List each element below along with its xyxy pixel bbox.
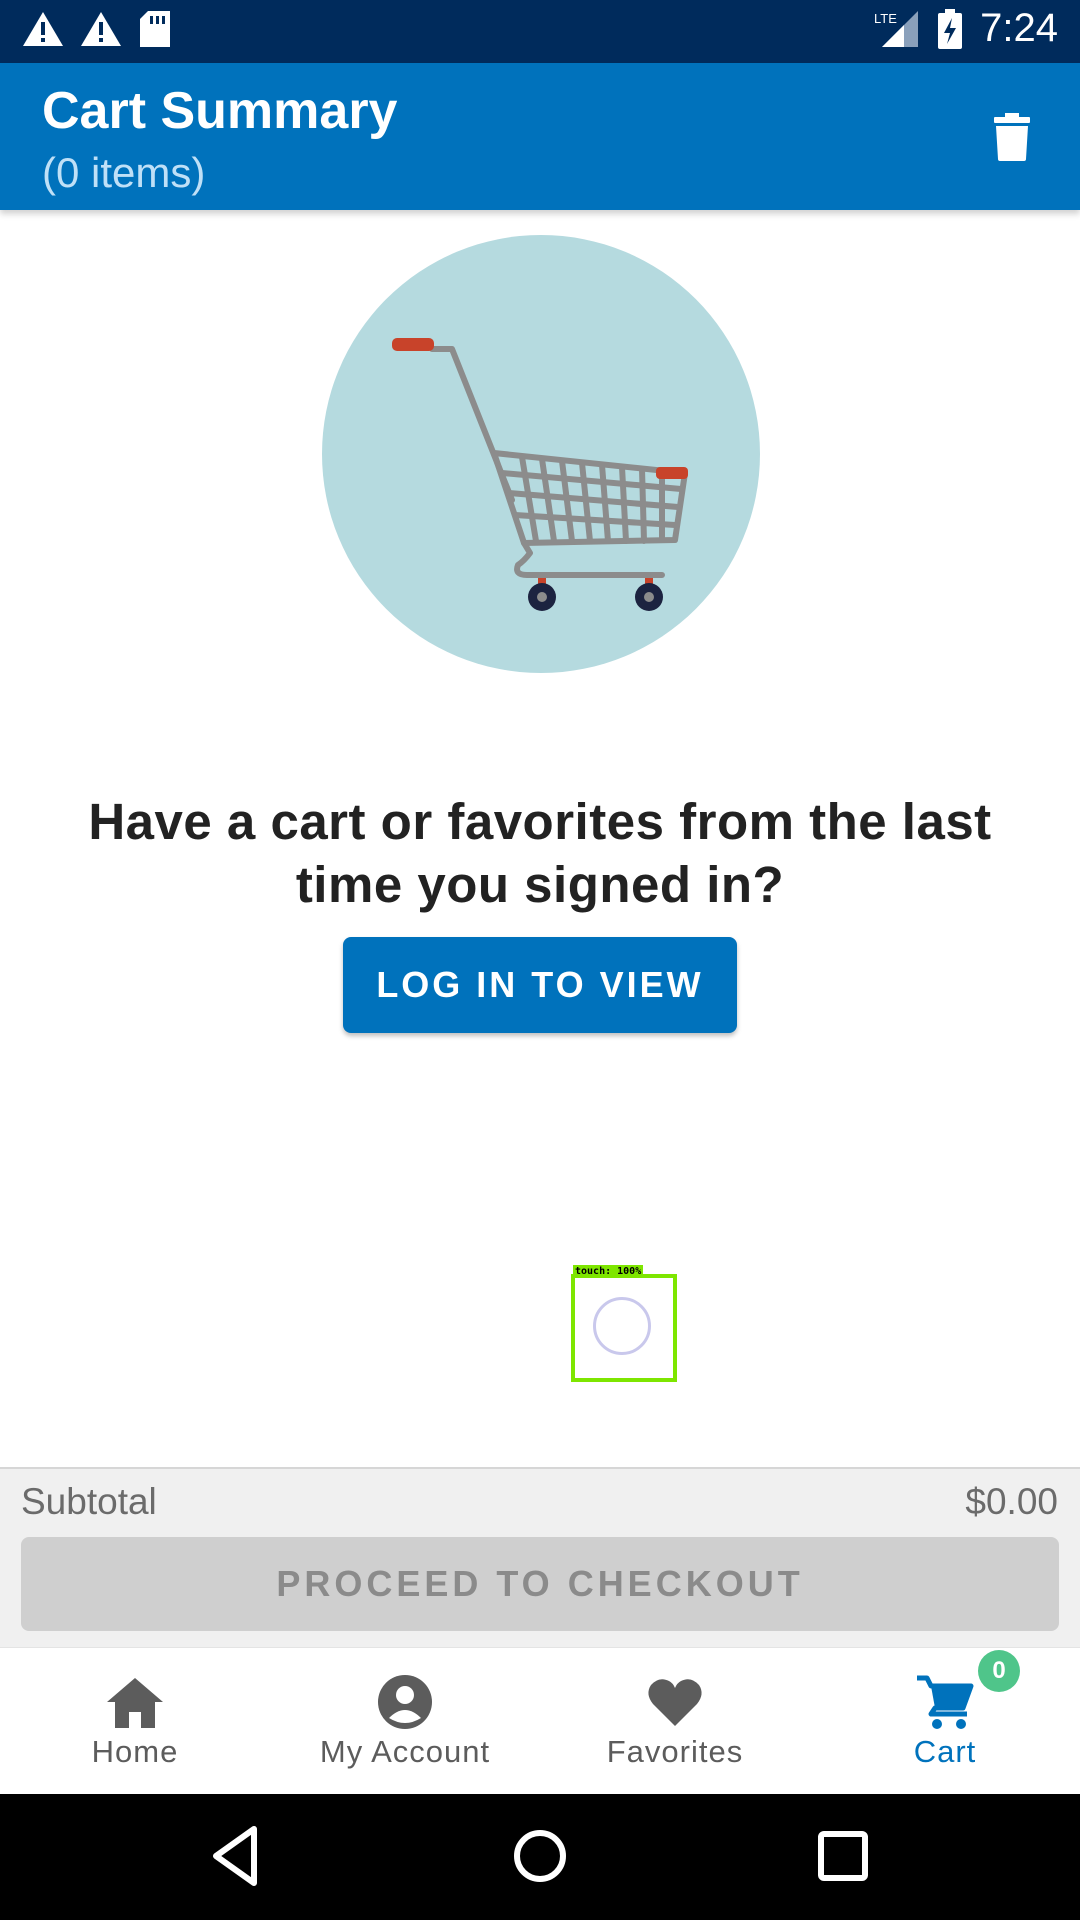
login-prompt-text: Have a cart or favorites from the last t… [88,793,992,913]
account-icon [378,1675,432,1729]
trash-icon [994,113,1030,161]
status-notifications [22,10,172,48]
warning-icon [23,12,63,46]
bottom-navigation: Home My Account Favorites 0 Cart [0,1647,1080,1795]
nav-label-my-account: My Account [319,1734,491,1769]
signal-icon: LTE [874,10,919,47]
status-time: 7:24 [980,6,1058,50]
touch-indicator-circle [593,1297,651,1355]
cart-icon [917,1675,974,1729]
status-bar: LTE 7:24 [0,0,1080,63]
status-system: LTE 7:24 [874,6,1058,51]
nav-item-my-account[interactable]: My Account [270,1648,540,1795]
network-label: LTE [874,11,897,26]
recents-icon[interactable] [808,1821,878,1891]
login-to-view-button[interactable]: LOG IN TO VIEW [343,937,737,1033]
heart-icon [648,1679,702,1726]
nav-item-home[interactable]: Home [0,1648,270,1795]
cart-count-badge: 0 [978,1650,1020,1692]
checkout-panel: Subtotal $0.00 PROCEED TO CHECKOUT [0,1467,1080,1649]
subtotal-label: Subtotal [21,1481,157,1522]
proceed-to-checkout-button[interactable]: PROCEED TO CHECKOUT [21,1537,1059,1631]
system-navigation-bar [0,1794,1080,1920]
nav-label-cart: Cart [913,1734,977,1769]
home-circle-icon[interactable] [505,1821,575,1891]
subtotal-value: $0.00 [965,1481,1058,1522]
clear-cart-button[interactable] [974,99,1050,175]
back-icon[interactable] [202,1821,272,1891]
item-count: (0 items) [42,149,206,196]
nav-label-home: Home [91,1734,179,1769]
app-bar: Cart Summary (0 items) [0,63,1080,210]
shopping-cart-illustration [322,235,760,673]
warning-icon [81,12,121,46]
battery-charging-icon [938,8,963,49]
sd-card-icon [140,11,170,47]
page-title: Cart Summary [42,82,398,140]
nav-item-cart[interactable]: 0 Cart [810,1648,1080,1795]
nav-label-favorites: Favorites [606,1734,744,1769]
nav-item-favorites[interactable]: Favorites [540,1648,810,1795]
home-icon [107,1678,163,1728]
